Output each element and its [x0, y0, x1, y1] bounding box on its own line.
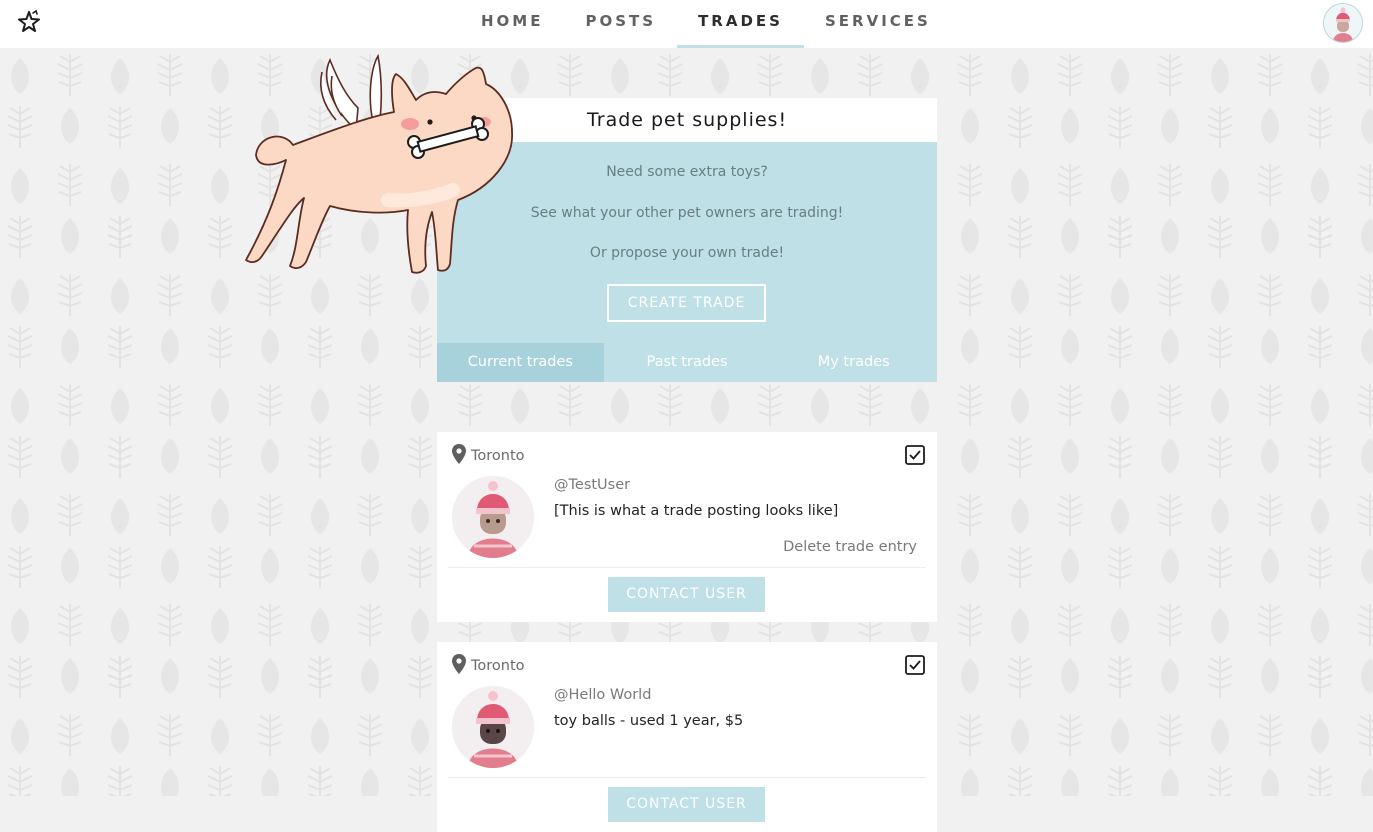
trade-description: [This is what a trade posting looks like… [554, 503, 839, 519]
trade-card: Toronto @Hello World toy balls - used 1 … [437, 642, 937, 832]
location-pin-icon [452, 444, 466, 464]
checkbox-checked-icon[interactable] [905, 445, 925, 465]
trade-username[interactable]: @Hello World [554, 687, 651, 703]
delete-trade-link[interactable]: Delete trade entry [783, 539, 917, 555]
divider [448, 567, 926, 568]
tab-my-trades[interactable]: My trades [770, 343, 937, 382]
top-navbar: HOME POSTS TRADES SERVICES [0, 0, 1373, 48]
flying-dog-illustration [245, 53, 513, 274]
nav-posts[interactable]: POSTS [564, 0, 677, 48]
star-pet-logo-icon[interactable] [16, 9, 42, 35]
user-avatar[interactable] [1323, 3, 1363, 43]
trade-location: Toronto [471, 658, 525, 674]
nav-trades[interactable]: TRADES [677, 0, 804, 48]
trade-tabs: Current trades Past trades My trades [437, 343, 937, 382]
trade-card: Toronto @TestUser [This is what a trade … [437, 432, 937, 622]
trade-username[interactable]: @TestUser [554, 477, 630, 493]
tab-current-trades[interactable]: Current trades [437, 343, 604, 382]
trade-description: toy balls - used 1 year, $5 [554, 713, 744, 729]
nav-links: HOME POSTS TRADES SERVICES [460, 0, 952, 48]
contact-user-button[interactable]: CONTACT USER [608, 787, 765, 822]
trade-location: Toronto [471, 448, 525, 464]
divider [448, 777, 926, 778]
trade-user-avatar[interactable] [452, 686, 534, 768]
location-pin-icon [452, 654, 466, 674]
create-trade-button[interactable]: CREATE TRADE [607, 284, 766, 322]
contact-user-button[interactable]: CONTACT USER [608, 577, 765, 612]
checkbox-checked-icon[interactable] [905, 655, 925, 675]
nav-home[interactable]: HOME [460, 0, 564, 48]
tab-past-trades[interactable]: Past trades [604, 343, 771, 382]
nav-services[interactable]: SERVICES [804, 0, 952, 48]
trade-user-avatar[interactable] [452, 476, 534, 558]
